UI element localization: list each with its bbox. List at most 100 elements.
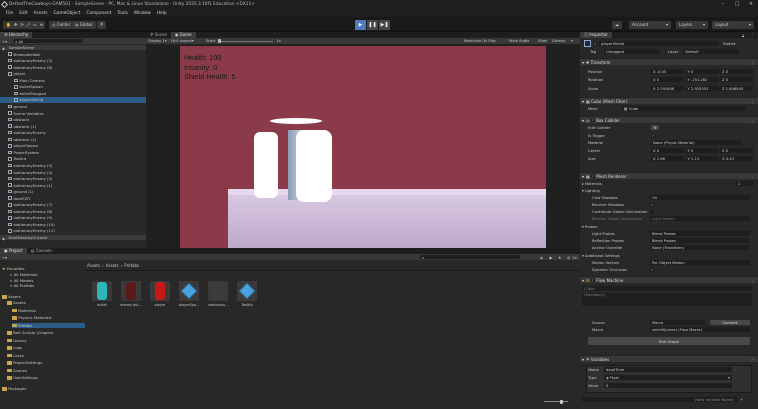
flow-title-field[interactable]: (Title) xyxy=(582,286,756,292)
hierarchy-item[interactable]: obstacle (1) xyxy=(0,124,146,129)
tag-select[interactable]: Untagged xyxy=(604,49,660,55)
mute-audio-toggle[interactable]: Mute Audio xyxy=(509,39,529,43)
mesh-filter-header[interactable]: ▾ ▦ Cube (Mesh Filter) ⋮ xyxy=(580,97,758,104)
asset-tile[interactable]: player xyxy=(149,281,171,311)
minimize-icon[interactable]: – xyxy=(716,0,730,9)
project-folder-item[interactable]: ProjectSettings xyxy=(7,360,42,366)
asset-tile[interactable]: stationary... xyxy=(207,281,229,311)
project-folder-item[interactable]: UserSettings xyxy=(7,375,38,381)
hierarchy-item[interactable]: ground xyxy=(0,104,146,109)
project-folder-item[interactable]: Library xyxy=(7,338,27,344)
add-icon[interactable]: +▾ xyxy=(2,39,7,44)
transform-header[interactable]: ▾ ✥ Transform ⋮ xyxy=(580,58,758,65)
renderer-enabled-checkbox[interactable]: ✓ xyxy=(591,174,596,178)
contribute-gi-checkbox[interactable] xyxy=(650,209,654,214)
position-x-input[interactable]: X -0.05 xyxy=(651,69,684,75)
flow-summary-field[interactable]: (Summary) xyxy=(582,293,756,307)
rect-tool-icon[interactable]: ▭ xyxy=(33,22,37,27)
more-icon[interactable]: ⋮ xyxy=(750,32,754,37)
probes-row[interactable]: ▾ Probes xyxy=(582,224,756,230)
var-name-input[interactable]: deadTime xyxy=(604,367,732,373)
label-icon[interactable]: ◆ xyxy=(549,255,552,260)
lighting-row[interactable]: ▾ Lighting xyxy=(582,188,756,194)
flow-enabled-checkbox[interactable]: ✓ xyxy=(590,278,595,282)
collider-enabled-checkbox[interactable]: ✓ xyxy=(590,118,595,122)
chevron-down-icon[interactable]: ▾ xyxy=(734,42,736,46)
breadcrumb-item[interactable]: Prefabs xyxy=(124,263,139,268)
hand-tool-icon[interactable]: ✋ xyxy=(6,22,11,27)
more-icon[interactable]: ⋮ xyxy=(750,174,754,179)
size-y-input[interactable]: Y 1.13 xyxy=(685,156,719,162)
hierarchy-item[interactable]: obstacle (2) xyxy=(0,137,146,142)
edit-graph-button[interactable]: Edit Graph xyxy=(588,337,750,345)
position-z-input[interactable]: Z 0 xyxy=(720,69,753,75)
global-local-toggle[interactable]: ◍ Global xyxy=(72,20,96,29)
move-tool-icon[interactable]: ✥ xyxy=(14,22,17,27)
hierarchy-item[interactable]: stationaryEnemy (6) xyxy=(0,65,146,70)
menu-edit[interactable]: Edit xyxy=(19,11,27,16)
hierarchy-item[interactable]: playerShield xyxy=(0,97,146,103)
pivot-center-toggle[interactable]: ◎ Center xyxy=(49,20,74,29)
packages-root[interactable]: Packages xyxy=(2,386,26,392)
more-icon[interactable]: ⋮ xyxy=(750,118,754,123)
star-icon[interactable]: ★ xyxy=(558,255,561,260)
hierarchy-item[interactable]: stationaryEnemy xyxy=(0,130,146,135)
rotate-tool-icon[interactable]: ⟳ xyxy=(20,22,23,27)
eye-icon[interactable]: ◎ xyxy=(567,255,570,260)
remove-icon[interactable]: – xyxy=(735,368,737,372)
scale-x-input[interactable]: X 2.292648 xyxy=(651,86,684,92)
variables-header[interactable]: ▾ ⚑ Variables ⋮ xyxy=(580,355,758,362)
layers-dropdown[interactable]: Layers ▾ xyxy=(676,20,708,29)
add-icon[interactable]: +▾ xyxy=(2,255,7,260)
receive-shadows-checkbox[interactable]: ✓ xyxy=(650,202,654,207)
dynamic-occlusion-checkbox[interactable]: ✓ xyxy=(650,267,654,272)
filter-icon[interactable]: ◈ xyxy=(540,255,543,260)
project-folder-item[interactable]: Bolt Scripts (Graphs) xyxy=(7,330,54,336)
stats-toggle[interactable]: Stats xyxy=(538,39,547,43)
cast-shadows-select[interactable]: On xyxy=(650,195,750,201)
active-checkbox[interactable]: ✓ xyxy=(593,41,597,46)
hierarchy-item[interactable]: doorEXIT xyxy=(0,196,146,201)
hierarchy-item[interactable]: bulletSpawn xyxy=(0,84,146,89)
pause-button[interactable]: ❚❚ xyxy=(367,19,378,30)
flow-macro-field[interactable]: shieldSpinner (Flow Macro) xyxy=(650,327,750,333)
step-button[interactable]: ▶❚ xyxy=(379,19,390,30)
reflection-probes-select[interactable]: Blend Probes xyxy=(650,238,750,244)
menu-component[interactable]: Component xyxy=(86,11,111,16)
var-type-select[interactable]: ◆ Float ▾ xyxy=(604,375,732,381)
project-search-input[interactable]: ⌕ xyxy=(420,254,520,260)
project-folder-item[interactable]: Logs xyxy=(7,345,22,351)
tab-inspector[interactable]: ⓘ Inspector xyxy=(580,32,612,38)
hierarchy-item[interactable]: PowerSystem xyxy=(0,150,146,155)
hierarchy-item[interactable]: stationaryEnemy (8) xyxy=(0,209,146,214)
more-icon[interactable]: ⋮ xyxy=(750,278,754,283)
flow-source-select[interactable]: Macro xyxy=(650,320,705,326)
lock-icon[interactable]: 🔒︎ xyxy=(742,33,744,38)
hierarchy-item[interactable]: Tooltut xyxy=(0,156,146,161)
hierarchy-item[interactable]: stationaryEnemy (10) xyxy=(0,222,146,227)
object-name-input[interactable]: playerShield xyxy=(599,41,719,47)
scale-y-input[interactable]: Y 2.925353 xyxy=(685,86,719,92)
rotation-y-input[interactable]: Y -151.282 xyxy=(685,77,719,83)
hierarchy-item[interactable]: stationaryEnemy (1) xyxy=(0,183,146,188)
mesh-field[interactable]: ▦ Cube xyxy=(622,106,746,112)
hierarchy-scene-row[interactable]: ◈ SampleScene xyxy=(0,45,146,51)
maximize-icon[interactable]: □ xyxy=(730,0,744,9)
layout-dropdown[interactable]: Layout ▾ xyxy=(712,20,754,29)
add-icon[interactable]: + xyxy=(740,398,743,402)
hierarchy-item[interactable]: BreakableWall xyxy=(0,52,146,57)
collab-button[interactable]: ☁ xyxy=(612,20,622,29)
hierarchy-item[interactable]: stationaryEnemy (3) xyxy=(0,163,146,168)
more-icon[interactable]: ⋮ xyxy=(750,357,754,362)
rotation-z-input[interactable]: Z 0 xyxy=(720,77,753,83)
menu-tools[interactable]: Tools xyxy=(117,11,128,16)
menu-gameobject[interactable]: GameObject xyxy=(54,11,81,16)
scale-z-input[interactable]: Z 1.846845 xyxy=(720,86,753,92)
material-field[interactable]: None (Physic Material) xyxy=(651,140,741,146)
layer-select[interactable]: Default xyxy=(683,49,740,55)
hierarchy-item[interactable]: stationaryEnemy (5) xyxy=(0,58,146,63)
hierarchy-item[interactable]: stationaryEnemy (4) xyxy=(0,169,146,175)
materials-count[interactable]: 1 xyxy=(736,181,754,187)
assets-root[interactable]: Assets xyxy=(2,294,21,300)
gizmos-dropdown[interactable]: Gizmos xyxy=(552,39,565,43)
